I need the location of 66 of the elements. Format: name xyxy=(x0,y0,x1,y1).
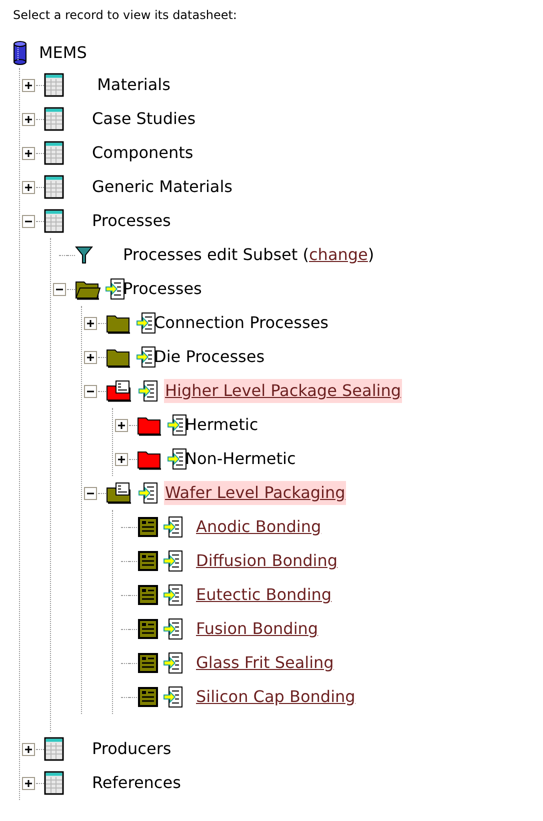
record-link[interactable]: Fusion Bonding xyxy=(195,617,320,641)
change-link[interactable]: change xyxy=(309,245,368,264)
datasheet-arrow-icon[interactable] xyxy=(163,686,183,708)
tree-node-label[interactable]: Connection Processes xyxy=(154,311,328,335)
expand-icon[interactable] xyxy=(22,742,34,756)
expand-icon[interactable] xyxy=(84,316,96,330)
datasheet-arrow-icon[interactable] xyxy=(163,516,183,538)
subset-label: Processes edit Subset (change) xyxy=(123,244,374,266)
collapse-icon[interactable] xyxy=(22,214,34,228)
record-link[interactable]: Silicon Cap Bonding xyxy=(195,685,356,709)
table-icon xyxy=(44,107,64,131)
tree-node-label[interactable]: Non-Hermetic xyxy=(185,447,296,471)
collapse-icon[interactable] xyxy=(84,384,96,398)
tree-node-label[interactable]: Hermetic xyxy=(185,413,258,437)
tree-node-label[interactable]: References xyxy=(92,771,181,795)
datasheet-arrow-icon[interactable] xyxy=(138,380,158,402)
datasheet-arrow-icon[interactable] xyxy=(163,550,183,572)
table-icon xyxy=(44,209,64,233)
tree-node-label[interactable]: Producers xyxy=(92,737,172,761)
tree-node-label[interactable]: Materials xyxy=(92,73,170,97)
tree-node-label[interactable]: Die Processes xyxy=(154,345,265,369)
expand-icon[interactable] xyxy=(22,78,34,92)
record-card-icon xyxy=(137,652,159,674)
datasheet-arrow-icon[interactable] xyxy=(167,448,187,470)
database-icon xyxy=(13,41,27,65)
record-card-icon xyxy=(137,550,159,572)
expand-icon[interactable] xyxy=(22,180,34,194)
filter-icon xyxy=(75,245,93,265)
tree-node-label[interactable]: Processes xyxy=(123,277,202,301)
datasheet-arrow-icon[interactable] xyxy=(163,652,183,674)
expand-icon[interactable] xyxy=(22,776,34,790)
tree-node-label[interactable]: Case Studies xyxy=(92,107,196,131)
expand-icon[interactable] xyxy=(84,350,96,364)
record-link[interactable]: Eutectic Bonding xyxy=(195,583,333,607)
collapse-icon[interactable] xyxy=(84,486,96,500)
table-icon xyxy=(44,175,64,199)
expand-icon[interactable] xyxy=(114,418,128,432)
instruction-text: Select a record to view its datasheet: xyxy=(13,7,238,24)
datasheet-arrow-icon[interactable] xyxy=(138,482,158,504)
expand-icon[interactable] xyxy=(22,146,34,160)
record-link[interactable]: Diffusion Bonding xyxy=(195,549,339,573)
record-card-icon xyxy=(137,584,159,606)
record-link[interactable]: Glass Frit Sealing xyxy=(195,651,335,675)
datasheet-arrow-icon[interactable] xyxy=(136,346,156,368)
datasheet-arrow-icon[interactable] xyxy=(105,278,125,300)
record-link[interactable]: Anodic Bonding xyxy=(195,515,322,539)
expand-icon[interactable] xyxy=(22,112,34,126)
table-icon xyxy=(44,141,64,165)
record-card-icon xyxy=(137,618,159,640)
tree-node-label[interactable]: Generic Materials xyxy=(92,175,232,199)
datasheet-arrow-icon[interactable] xyxy=(136,312,156,334)
collapse-icon[interactable] xyxy=(52,282,66,296)
tree-node-label[interactable]: Processes xyxy=(92,209,171,233)
table-icon xyxy=(44,771,64,795)
tree-root-label[interactable]: MEMS xyxy=(39,41,87,65)
record-card-icon xyxy=(137,516,159,538)
record-link[interactable]: Wafer Level Packaging xyxy=(164,481,346,505)
table-icon xyxy=(44,737,64,761)
datasheet-arrow-icon[interactable] xyxy=(163,618,183,640)
record-card-icon xyxy=(137,686,159,708)
record-link[interactable]: Higher Level Package Sealing xyxy=(164,379,402,403)
datasheet-arrow-icon[interactable] xyxy=(167,414,187,436)
expand-icon[interactable] xyxy=(114,452,128,466)
table-icon xyxy=(44,73,64,97)
tree-node-label[interactable]: Components xyxy=(92,141,194,165)
datasheet-arrow-icon[interactable] xyxy=(163,584,183,606)
